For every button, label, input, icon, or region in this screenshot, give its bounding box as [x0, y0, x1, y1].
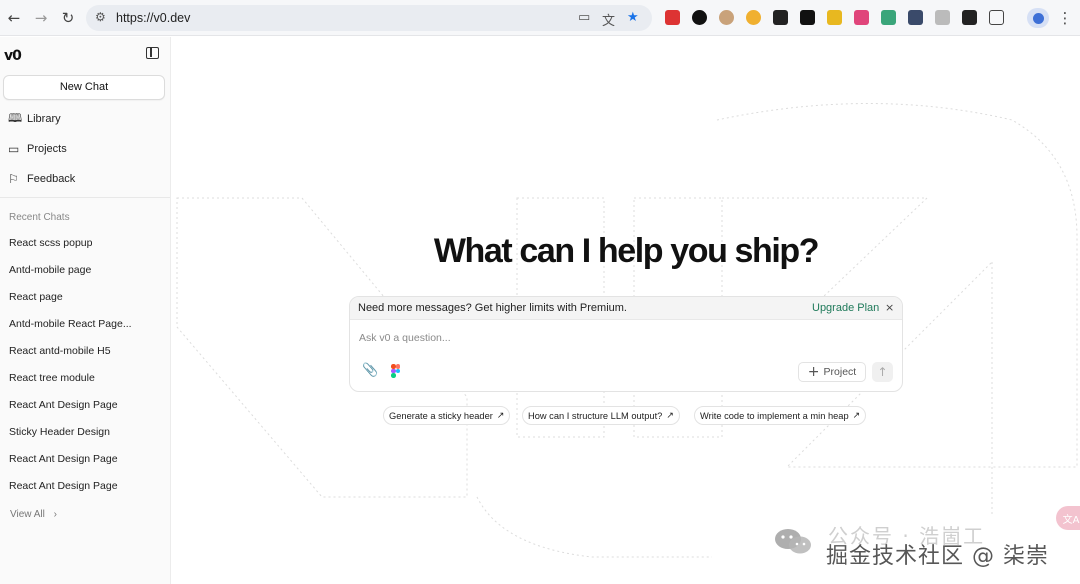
- suggestion-label: Generate a sticky header: [389, 410, 493, 421]
- wechat-logo-icon: [775, 529, 811, 554]
- suggestion-label: How can I structure LLM output?: [528, 410, 663, 421]
- extension-target-icon[interactable]: [773, 10, 788, 25]
- sidebar-item-feedback[interactable]: ⚐ Feedback: [8, 169, 75, 189]
- extension-color-wheel-icon[interactable]: [746, 10, 761, 25]
- watermark-text: 掘金技术社区 @ 柒崇: [826, 544, 1049, 569]
- close-banner-icon[interactable]: ×: [885, 301, 894, 314]
- extension-blue-icon[interactable]: [908, 10, 923, 25]
- banner-text: Need more messages? Get higher limits wi…: [358, 302, 627, 314]
- suggestion-chip[interactable]: Write code to implement a min heap ↗: [694, 406, 867, 425]
- recent-chat-item[interactable]: React page: [9, 291, 63, 303]
- extension-m-icon[interactable]: [881, 10, 896, 25]
- sidebar-item-label: Library: [27, 113, 61, 125]
- suggestion-chip[interactable]: Generate a sticky header ↗: [383, 406, 511, 425]
- new-chat-button[interactable]: New Chat: [3, 75, 165, 100]
- extension-yellow-icon[interactable]: [827, 10, 842, 25]
- plus-icon: +: [807, 364, 820, 380]
- view-all-label: View All: [10, 509, 45, 520]
- browser-menu-icon[interactable]: ⋮: [1055, 8, 1075, 28]
- flag-icon: ⚐: [8, 172, 19, 186]
- attachment-icon[interactable]: 📎: [362, 363, 378, 378]
- recent-chat-item[interactable]: React Ant Design Page: [9, 399, 118, 411]
- extension-dark-icon[interactable]: [800, 10, 815, 25]
- address-bar[interactable]: ⚙ https://v0.dev ▭ 文 ★: [86, 5, 652, 31]
- site-settings-icon[interactable]: ⚙: [95, 10, 106, 24]
- sidebar-item-library[interactable]: 🕮 Library: [8, 109, 61, 129]
- suggestion-label: Write code to implement a min heap: [700, 410, 849, 421]
- extension-avatar-icon[interactable]: [719, 10, 734, 25]
- recent-chat-item[interactable]: Antd-mobile React Page...: [9, 318, 132, 330]
- extension-circle-icon[interactable]: [692, 10, 707, 25]
- suggestion-chip[interactable]: How can I structure LLM output? ↗: [522, 406, 680, 425]
- prompt-composer: Need more messages? Get higher limits wi…: [349, 296, 903, 392]
- premium-banner: Need more messages? Get higher limits wi…: [350, 297, 902, 320]
- figma-icon[interactable]: [391, 364, 400, 378]
- install-app-icon[interactable]: ▭: [578, 10, 590, 25]
- sidebar-item-label: Feedback: [27, 173, 76, 185]
- back-icon[interactable]: ←: [4, 8, 24, 28]
- arrow-up-right-icon: ↗: [496, 410, 505, 421]
- arrow-up-right-icon: ↗: [852, 410, 861, 421]
- page-title: What can I help you ship?: [433, 232, 820, 270]
- sidebar: v0 New Chat 🕮 Library ▭ Projects ⚐ Feedb…: [0, 37, 171, 584]
- project-button[interactable]: + Project: [798, 362, 866, 382]
- recent-chat-item[interactable]: React Ant Design Page: [9, 453, 118, 465]
- extension-pink-icon[interactable]: [854, 10, 869, 25]
- extension-shield-icon[interactable]: [935, 10, 950, 25]
- bookmark-star-icon[interactable]: ★: [627, 10, 639, 25]
- prompt-input[interactable]: Ask v0 a question...: [359, 332, 451, 344]
- translate-float-button[interactable]: 文A: [1056, 506, 1080, 530]
- arrow-up-icon: ↑: [877, 365, 888, 379]
- browser-toolbar: ← → ↻ ⚙ https://v0.dev ▭ 文 ★ ⋮: [0, 0, 1080, 36]
- recent-chat-item[interactable]: Antd-mobile page: [9, 264, 91, 276]
- book-icon: 🕮: [8, 110, 23, 125]
- sidebar-item-projects[interactable]: ▭ Projects: [8, 139, 67, 159]
- sidebar-divider: [0, 197, 170, 198]
- forward-icon[interactable]: →: [31, 8, 51, 28]
- recent-chat-item[interactable]: React tree module: [9, 372, 95, 384]
- url-text[interactable]: https://v0.dev: [116, 11, 190, 25]
- recent-chat-item[interactable]: Sticky Header Design: [9, 426, 110, 438]
- send-button[interactable]: ↑: [872, 362, 893, 382]
- v0-logo[interactable]: v0: [4, 48, 22, 64]
- extension-red-icon[interactable]: [665, 10, 680, 25]
- sidebar-item-label: Projects: [27, 143, 67, 155]
- reload-icon[interactable]: ↻: [58, 8, 78, 28]
- folder-icon: ▭: [8, 142, 20, 156]
- view-all-link[interactable]: View All ›: [10, 509, 57, 520]
- recent-chat-item[interactable]: React scss popup: [9, 237, 92, 249]
- extension-box-icon[interactable]: [962, 10, 977, 25]
- extensions-puzzle-icon[interactable]: [989, 10, 1004, 25]
- recent-chat-item[interactable]: React Ant Design Page: [9, 480, 118, 492]
- profile-avatar[interactable]: [1027, 8, 1049, 28]
- sidebar-toggle-icon[interactable]: [146, 47, 159, 59]
- project-label: Project: [823, 366, 857, 378]
- recent-chat-item[interactable]: React antd-mobile H5: [9, 345, 111, 357]
- upgrade-plan-link[interactable]: Upgrade Plan: [812, 302, 879, 314]
- arrow-up-right-icon: ↗: [666, 410, 674, 421]
- translate-icon[interactable]: 文: [602, 10, 615, 29]
- profile-avatar-icon: [1032, 12, 1044, 24]
- chevron-right-icon: ›: [53, 509, 57, 520]
- recent-chats-heading: Recent Chats: [9, 212, 70, 223]
